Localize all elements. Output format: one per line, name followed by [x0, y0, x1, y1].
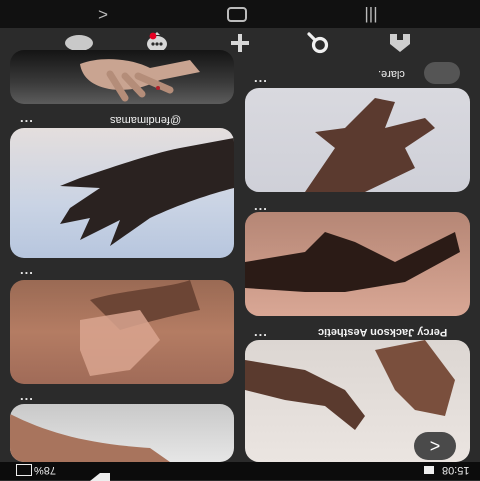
- pin-menu-button[interactable]: ...: [254, 70, 268, 85]
- system-navigation-bar: < |||: [0, 0, 480, 28]
- pin-image[interactable]: [245, 212, 470, 316]
- pin-image[interactable]: [10, 404, 234, 462]
- tab-create[interactable]: [223, 31, 257, 55]
- pin-caption[interactable]: @fendimamas: [110, 114, 181, 126]
- hands-photo: [80, 59, 200, 102]
- home-icon: [390, 34, 410, 52]
- pin-image[interactable]: [10, 280, 234, 384]
- pin-image[interactable]: [10, 50, 234, 104]
- back-button[interactable]: <: [88, 3, 118, 25]
- pin-caption[interactable]: clare.: [378, 68, 405, 80]
- avatar[interactable]: [424, 62, 460, 84]
- home-button[interactable]: [222, 3, 252, 28]
- search-icon: [307, 32, 329, 54]
- home-icon: [227, 7, 247, 22]
- status-time: 15:08: [442, 464, 470, 476]
- pin-menu-button[interactable]: ...: [254, 198, 268, 213]
- hand-photo: [60, 138, 234, 246]
- status-bar: 78% 15:08: [0, 462, 480, 481]
- tab-search[interactable]: [302, 31, 336, 55]
- hand-photo: [305, 98, 435, 192]
- pin-menu-button[interactable]: ...: [20, 110, 34, 125]
- notification-icon: [424, 466, 434, 474]
- pin-menu-button[interactable]: ...: [254, 324, 268, 339]
- recents-button[interactable]: |||: [356, 3, 386, 25]
- hands-photo: [80, 280, 200, 376]
- pin-caption[interactable]: Percy Jackson Aesthetic: [318, 326, 447, 338]
- scroll-button[interactable]: >: [414, 432, 456, 460]
- hands-photo: [245, 232, 460, 292]
- battery-icon: [16, 464, 32, 476]
- arm-photo: [10, 414, 170, 462]
- pin-menu-button[interactable]: ...: [20, 388, 34, 403]
- signal-icon: [90, 465, 110, 481]
- tab-home[interactable]: [383, 31, 417, 55]
- battery-percent: 78%: [34, 464, 57, 476]
- pin-image[interactable]: [245, 88, 470, 192]
- pin-menu-button[interactable]: ...: [20, 262, 34, 277]
- pin-image[interactable]: [10, 128, 234, 258]
- profile-avatar-icon: [65, 35, 93, 51]
- plus-icon: [231, 34, 249, 52]
